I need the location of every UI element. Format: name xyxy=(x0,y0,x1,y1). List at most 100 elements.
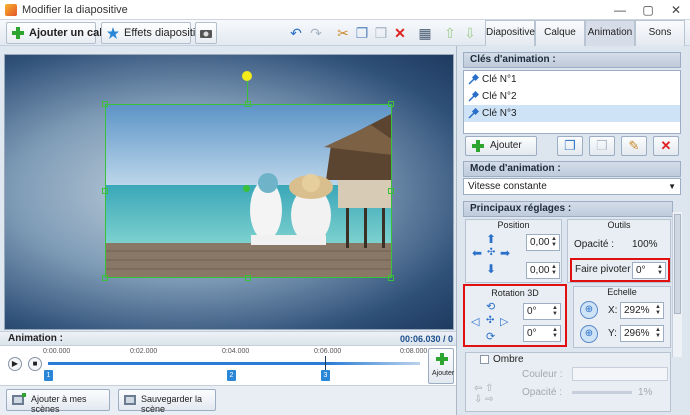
spinner-icon[interactable]: ▲ ▼ xyxy=(655,327,661,339)
pivot-point[interactable] xyxy=(243,185,250,192)
slide-effects-button[interactable]: Effets diapositive xyxy=(101,22,207,44)
scrollbar-thumb[interactable] xyxy=(674,214,681,314)
move-up-icon[interactable]: ⇧ xyxy=(440,23,460,43)
rotation-3d-b-field[interactable]: 0° ▲ ▼ xyxy=(523,325,561,342)
app-icon xyxy=(5,4,17,16)
position-group: Position ⬆ ⬅ ✣ ➡ ⬇ 0,00 ▲ ▼ 0,00 ▲ ▼ xyxy=(465,219,562,283)
rotate-x-up-icon[interactable]: ⟲ xyxy=(486,300,495,313)
key-item-3[interactable]: Clé N°3 xyxy=(464,105,680,122)
scale-y-field[interactable]: 296% ▲ ▼ xyxy=(620,325,664,342)
rotation-3d-a-field[interactable]: 0° ▲ ▼ xyxy=(523,303,561,320)
add-layer-button[interactable]: Ajouter un calque xyxy=(6,22,122,44)
arrow-right-icon[interactable]: ➡ xyxy=(500,246,510,260)
spinner-icon[interactable]: ▲ ▼ xyxy=(655,304,661,316)
arrow-left-icon[interactable]: ⬅ xyxy=(472,246,482,260)
resize-handle-tr[interactable] xyxy=(388,101,394,107)
paste-key-icon[interactable]: ❒ xyxy=(589,136,615,156)
add-to-scenes-button[interactable]: Ajouter à mes scènes xyxy=(6,389,110,414)
pin-icon xyxy=(468,108,479,119)
keys-list[interactable]: Clé N°1 Clé N°2 Clé N°3 xyxy=(463,70,681,134)
camera-icon xyxy=(200,30,212,38)
rotate-highlight: Faire pivoter : 0° ▲ ▼ xyxy=(570,258,670,282)
key-item-2[interactable]: Clé N°2 xyxy=(464,88,680,105)
timeline-add-button[interactable]: Ajouter xyxy=(428,348,454,384)
arrow-down-icon[interactable]: ⬇ xyxy=(486,262,496,276)
resize-handle-tl[interactable] xyxy=(102,101,108,107)
rotate-y-left-icon[interactable]: ◁ xyxy=(471,315,479,328)
shadow-opacity-slider[interactable] xyxy=(572,391,632,394)
panel-scrollbar[interactable] xyxy=(672,212,682,357)
animation-panel: Clés d'animation : Clé N°1 Clé N°2 Clé N… xyxy=(456,46,690,415)
rotate-x-down-icon[interactable]: ⟳ xyxy=(486,330,495,343)
align-icon[interactable]: ▦ xyxy=(415,23,435,43)
mode-select[interactable]: Vitesse constante ▼ xyxy=(463,178,681,195)
keys-header: Clés d'animation : xyxy=(463,52,681,68)
keyframe-marker-2[interactable]: 2 xyxy=(227,370,236,381)
rotation-handle[interactable] xyxy=(242,71,252,81)
rotate-center-icon[interactable]: ✣ xyxy=(486,315,494,326)
resize-handle-left[interactable] xyxy=(102,188,108,194)
shadow-color-field[interactable] xyxy=(572,367,668,381)
resize-handle-br[interactable] xyxy=(388,275,394,281)
scale-x-label: X: xyxy=(608,305,618,316)
green-plus-icon xyxy=(436,353,448,365)
rotation-3d-group: Rotation 3D ⟲ ◁ ✣ ▷ ⟳ 0° ▲ ▼ 0° ▲ ▼ xyxy=(463,284,567,347)
position-x-field[interactable]: 0,00 ▲ ▼ xyxy=(526,234,560,251)
delete-key-icon[interactable]: ✕ xyxy=(653,136,679,156)
close-button[interactable]: ✕ xyxy=(662,0,690,20)
maximize-button[interactable]: ▢ xyxy=(634,0,662,20)
timeline-track[interactable] xyxy=(48,362,420,365)
shadow-checkbox[interactable] xyxy=(480,355,489,364)
key-item-1[interactable]: Clé N°1 xyxy=(464,71,680,88)
save-scene-button[interactable]: Sauvegarder la scène xyxy=(118,389,216,414)
add-key-button[interactable]: Ajouter xyxy=(465,136,537,156)
keyframe-marker-3[interactable]: 3 xyxy=(321,370,330,381)
opacity-value[interactable]: 100% xyxy=(632,239,658,250)
tab-animation[interactable]: Animation xyxy=(585,20,635,46)
spinner-icon[interactable]: ▲ ▼ xyxy=(657,264,663,276)
minimize-button[interactable]: — xyxy=(606,0,634,20)
redo-icon[interactable]: ↷ xyxy=(306,23,326,43)
resize-handle-bl[interactable] xyxy=(102,275,108,281)
spinner-icon[interactable]: ▲ ▼ xyxy=(551,264,557,276)
tick-2: 0:04.000 xyxy=(222,348,250,355)
spinner-icon[interactable]: ▲ ▼ xyxy=(551,236,557,248)
resize-handle-right[interactable] xyxy=(388,188,394,194)
pin-icon xyxy=(468,74,479,85)
camera-button[interactable] xyxy=(195,22,217,44)
play-button[interactable]: ▶ xyxy=(8,357,22,371)
stop-button[interactable]: ■ xyxy=(28,357,42,371)
resize-handle-bottom[interactable] xyxy=(245,275,251,281)
beach-photo xyxy=(106,105,391,277)
tab-sons[interactable]: Sons xyxy=(635,20,685,46)
resize-handle-top[interactable] xyxy=(245,101,251,107)
brush-icon[interactable]: ✎ xyxy=(621,136,647,156)
shadow-opacity-label: Opacité : xyxy=(522,387,563,398)
copy-icon[interactable]: ❐ xyxy=(352,23,372,43)
cut-icon[interactable]: ✂ xyxy=(333,23,353,43)
center-icon[interactable]: ✣ xyxy=(487,247,495,258)
spinner-icon[interactable]: ▲ ▼ xyxy=(552,305,558,317)
spinner-icon[interactable]: ▲ ▼ xyxy=(552,327,558,339)
undo-icon[interactable]: ↶ xyxy=(286,23,306,43)
scale-group: Echelle ⊕ ⊕ X: 292% ▲ ▼ Y: 296% ▲ ▼ xyxy=(573,286,671,348)
tab-diapositive[interactable]: Diapositive xyxy=(485,20,535,46)
copy-key-icon[interactable]: ❐ xyxy=(557,136,583,156)
shadow-color-label: Couleur : xyxy=(522,369,563,380)
arrow-up-icon[interactable]: ⬆ xyxy=(486,232,496,246)
scale-x-field[interactable]: 292% ▲ ▼ xyxy=(620,302,664,319)
move-down-icon[interactable]: ⇩ xyxy=(460,23,480,43)
paste-icon[interactable]: ❒ xyxy=(371,23,391,43)
delete-icon[interactable]: ✕ xyxy=(390,23,410,43)
timeline-header: Animation : 00:06.030 / 0 xyxy=(0,332,456,346)
shadow-opacity-value: 1% xyxy=(638,387,653,398)
position-y-field[interactable]: 0,00 ▲ ▼ xyxy=(526,262,560,279)
slide-preview[interactable] xyxy=(4,54,454,330)
rotate-label: Faire pivoter : xyxy=(575,264,637,275)
zoom-x-icon[interactable]: ⊕ xyxy=(580,301,598,319)
keyframe-marker-1[interactable]: 1 xyxy=(44,370,53,381)
zoom-y-icon[interactable]: ⊕ xyxy=(580,325,598,343)
tab-calque[interactable]: Calque xyxy=(535,20,585,46)
rotate-y-right-icon[interactable]: ▷ xyxy=(500,315,508,328)
rotate-field[interactable]: 0° ▲ ▼ xyxy=(632,262,666,279)
